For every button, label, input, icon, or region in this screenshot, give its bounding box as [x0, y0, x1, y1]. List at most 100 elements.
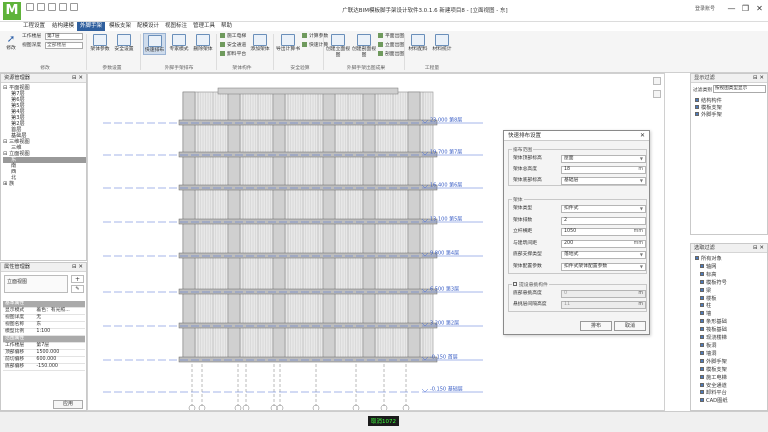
- add-icon[interactable]: +: [71, 275, 84, 283]
- selection-filter-item[interactable]: 施工电梯: [695, 374, 728, 383]
- checkbox-icon[interactable]: [700, 366, 704, 371]
- field-input[interactable]: 1050 mm: [561, 228, 646, 236]
- checkbox-icon[interactable]: [700, 263, 704, 268]
- checkbox-icon[interactable]: [700, 374, 704, 379]
- apply-button[interactable]: 应用: [53, 400, 83, 409]
- dialog-close-icon[interactable]: ✕: [640, 131, 645, 141]
- field-input[interactable]: 18 m: [561, 166, 646, 174]
- pin-icon[interactable]: ⊟ ✕: [753, 244, 764, 253]
- create-section-view-button[interactable]: 创建剖面视图: [352, 34, 376, 59]
- selection-filter-item[interactable]: 所有对象: [695, 256, 728, 264]
- selection-filter-item[interactable]: 柱: [695, 303, 728, 311]
- display-filter-item[interactable]: 外脚手架: [695, 112, 722, 119]
- checkbox-icon[interactable]: [700, 271, 704, 276]
- plan-drawing-button[interactable]: 平面出图: [378, 33, 404, 40]
- type-selector[interactable]: 立面视图: [4, 275, 68, 293]
- cancel-button[interactable]: 取消: [614, 321, 646, 331]
- selection-filter-item[interactable]: 标高: [695, 271, 728, 280]
- level-label[interactable]: 13.100 第5层: [430, 216, 462, 223]
- display-filter-item[interactable]: 模板支架: [695, 105, 722, 112]
- property-value[interactable]: 无: [34, 314, 85, 322]
- property-value[interactable]: 着色：有光照...: [34, 307, 85, 315]
- selection-filter-item[interactable]: CAD图纸: [695, 398, 728, 406]
- section-drawing-button[interactable]: 剖面出图: [378, 51, 404, 58]
- redo-icon[interactable]: [70, 3, 78, 11]
- zoom-icon[interactable]: [653, 90, 661, 98]
- checkbox-icon[interactable]: [700, 319, 704, 324]
- level-label[interactable]: 23.000 第8层: [430, 117, 462, 124]
- open-icon[interactable]: [37, 3, 45, 11]
- checkbox-icon[interactable]: [700, 390, 704, 395]
- tab-view-annotation[interactable]: 视图标注: [162, 22, 190, 31]
- chevron-down-icon[interactable]: ▼: [640, 252, 643, 258]
- chevron-down-icon[interactable]: ▼: [640, 264, 643, 270]
- calc-params-button[interactable]: 计算参数: [302, 33, 328, 40]
- tab-structure-modeling[interactable]: 结构建模: [49, 22, 77, 31]
- selection-filter-item[interactable]: 筏板基础: [695, 327, 728, 335]
- delete-frame-button[interactable]: 删除架体: [192, 34, 214, 53]
- field-input[interactable]: 2: [561, 216, 646, 225]
- undo-icon[interactable]: [59, 3, 67, 11]
- tab-management-tools[interactable]: 管理工具: [190, 22, 218, 31]
- add-frame-button[interactable]: 添加架体: [249, 34, 271, 53]
- checkbox-icon[interactable]: [700, 287, 704, 292]
- field-input[interactable]: 200 mm: [561, 239, 646, 248]
- checkbox-icon[interactable]: [700, 358, 704, 363]
- checkbox-icon[interactable]: [700, 303, 704, 308]
- checkbox-icon[interactable]: [700, 350, 704, 355]
- property-value[interactable]: 东: [34, 321, 85, 329]
- tab-project-settings[interactable]: 工程设置: [20, 22, 48, 31]
- cantilever-checkbox[interactable]: 提设悬挑构件: [512, 281, 549, 288]
- property-value[interactable]: 1500.000: [34, 349, 85, 357]
- unloading-platform-button[interactable]: 卸料平台: [220, 51, 246, 58]
- material-batching-button[interactable]: 材料配料: [407, 34, 429, 53]
- property-value[interactable]: -150.000: [34, 363, 85, 371]
- close-button[interactable]: ✕: [753, 3, 766, 15]
- checkbox-icon[interactable]: [695, 105, 699, 109]
- export-calc-book-button[interactable]: 导出计算书: [276, 34, 300, 53]
- tree-item[interactable]: ⊞ 族: [3, 181, 86, 187]
- construction-elevator-button[interactable]: 施工电梯: [220, 33, 246, 40]
- level-label[interactable]: 9.800 第4层: [430, 250, 459, 257]
- modify-button[interactable]: ➚ 修改: [2, 34, 20, 52]
- field-select[interactable]: 基础层 ▼: [561, 177, 646, 185]
- selection-filter-item[interactable]: 模板符号: [695, 279, 728, 288]
- elevation-drawing-button[interactable]: 立面出图: [378, 42, 404, 49]
- level-label[interactable]: 3.200 第2层: [430, 320, 459, 327]
- cantilever-check-icon[interactable]: [513, 282, 517, 286]
- pin-icon[interactable]: ⊟ ✕: [72, 263, 83, 272]
- chevron-down-icon[interactable]: ▼: [640, 178, 643, 184]
- chevron-down-icon[interactable]: ▼: [640, 206, 643, 212]
- checkbox-icon[interactable]: [700, 295, 704, 300]
- quick-calc-button[interactable]: 快速计算: [302, 42, 328, 49]
- user-login[interactable]: 登录账号: [695, 5, 715, 12]
- create-elevation-view-button[interactable]: 创建立面视图: [326, 34, 350, 59]
- level-label[interactable]: 16.400 第6层: [430, 182, 462, 189]
- selection-filter-item[interactable]: 模板支架: [695, 366, 728, 375]
- new-icon[interactable]: [26, 3, 34, 11]
- property-value[interactable]: 1:100: [34, 328, 85, 336]
- layout-ok-button[interactable]: 排布: [580, 321, 612, 331]
- selection-filter-item[interactable]: 轴网: [695, 263, 728, 272]
- selection-filter-item[interactable]: 现浇楼梯: [695, 335, 728, 343]
- material-statistics-button[interactable]: 材料统计: [431, 34, 453, 53]
- field-select[interactable]: 扣件式 ▼: [561, 205, 646, 213]
- field-select[interactable]: 落地式 ▼: [561, 251, 646, 259]
- tab-formwork-support[interactable]: 模板支架: [106, 22, 134, 31]
- pin-icon[interactable]: ⊟ ✕: [753, 74, 764, 83]
- checkbox-icon[interactable]: [700, 279, 704, 284]
- minimize-button[interactable]: —: [725, 3, 738, 15]
- selection-filter-item[interactable]: 楼板: [695, 295, 728, 304]
- checkbox-icon[interactable]: [695, 98, 699, 102]
- checkbox-icon[interactable]: [700, 342, 704, 347]
- checkbox-icon[interactable]: [700, 398, 704, 403]
- save-icon[interactable]: [48, 3, 56, 11]
- selection-filter-item[interactable]: 外脚手架: [695, 358, 728, 367]
- field-select[interactable]: 扣件式架体配置参数 ▼: [561, 262, 646, 271]
- selection-filter-item[interactable]: 条形基础: [695, 319, 728, 327]
- filter-category-select[interactable]: 按视图类型显示: [713, 85, 766, 93]
- level-label[interactable]: -0.150 基础层: [430, 386, 463, 393]
- pin-icon[interactable]: ⊟ ✕: [72, 74, 83, 83]
- expert-mode-button[interactable]: 专家模式: [168, 34, 190, 53]
- checkbox-icon[interactable]: [700, 327, 704, 332]
